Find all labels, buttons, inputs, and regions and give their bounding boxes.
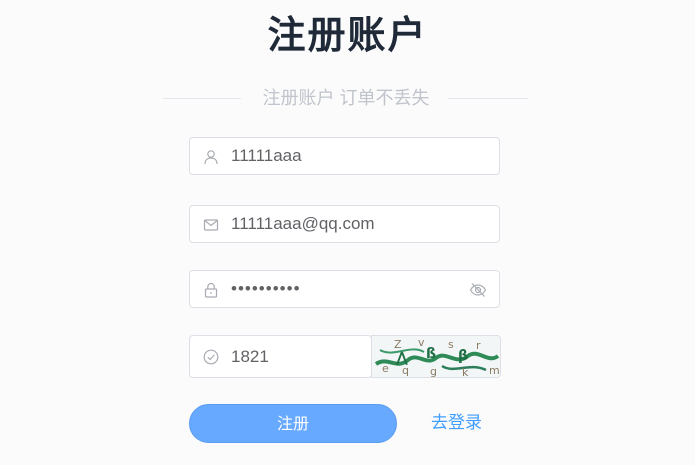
captcha-field[interactable]: 1821 (189, 335, 372, 378)
divider-line-left (163, 98, 241, 99)
lock-icon (203, 282, 219, 298)
captcha-image[interactable]: e Z q v g s k r m ⋀ ß β (371, 335, 501, 378)
svg-text:ß: ß (426, 346, 436, 362)
password-value[interactable]: •••••••••• (231, 271, 301, 307)
email-field[interactable]: 11111aaa@qq.com (189, 205, 500, 243)
svg-text:k: k (462, 366, 469, 378)
register-button[interactable]: 注册 (189, 404, 397, 443)
svg-text:v: v (418, 336, 425, 349)
page-title: 注册账户 (267, 15, 428, 57)
divider-line-right (448, 98, 528, 99)
svg-text:r: r (476, 339, 481, 352)
svg-text:s: s (448, 338, 454, 351)
eye-off-icon[interactable] (469, 281, 487, 299)
mail-icon (203, 217, 219, 233)
captcha-value[interactable]: 1821 (231, 336, 269, 377)
username-value[interactable]: 11111aaa (231, 138, 302, 174)
username-field[interactable]: 11111aaa (189, 137, 500, 175)
login-link[interactable]: 去登录 (431, 412, 482, 434)
check-circle-icon (203, 349, 219, 365)
user-icon (203, 149, 219, 165)
password-field[interactable]: •••••••••• (189, 270, 500, 308)
svg-text:g: g (430, 365, 437, 378)
svg-text:β: β (458, 348, 468, 364)
svg-text:m: m (489, 364, 500, 377)
subtitle-text: 注册账户 订单不丢失 (262, 88, 430, 108)
subtitle-divider: 注册账户 订单不丢失 (163, 88, 528, 108)
email-value[interactable]: 11111aaa@qq.com (231, 206, 375, 242)
svg-text:⋀: ⋀ (396, 350, 408, 366)
svg-text:e: e (382, 362, 389, 375)
